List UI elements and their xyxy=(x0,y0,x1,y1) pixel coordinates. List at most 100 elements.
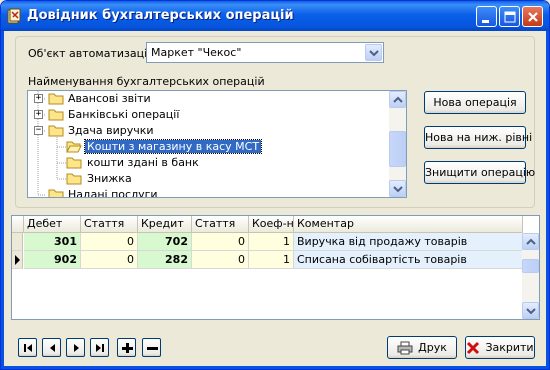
chevron-up-icon xyxy=(393,96,403,103)
object-label: Об'єкт автоматизації xyxy=(28,47,151,60)
tree-item-label: Здача виручки xyxy=(68,124,154,137)
open-folder-icon xyxy=(66,141,82,153)
tree-item-label: Банківські операції xyxy=(68,108,180,121)
cell-debit[interactable]: 902 xyxy=(24,251,81,269)
tree-item[interactable]: Надані послуги xyxy=(28,187,388,198)
frame-right xyxy=(546,31,549,369)
scroll-thumb[interactable] xyxy=(389,131,406,167)
folder-icon xyxy=(48,125,64,137)
cell-article-2[interactable]: 0 xyxy=(192,251,249,269)
row-indicator[interactable] xyxy=(12,233,23,251)
cell-comment[interactable]: Виручка від продажу товарів xyxy=(294,233,523,251)
maximize-icon xyxy=(504,11,516,23)
chevron-down-icon xyxy=(393,186,403,193)
cell-debit[interactable]: 301 xyxy=(24,233,81,251)
tree-item-selected[interactable]: Кошти з магазину в касу МСТ xyxy=(28,139,388,155)
delete-operation-button[interactable]: Знищити операцію xyxy=(424,161,535,184)
grid-scrollbar[interactable] xyxy=(522,233,539,319)
red-x-icon xyxy=(467,341,480,355)
tree-item[interactable]: + Банківські операції xyxy=(28,107,388,123)
tree-item-label: Кошти з магазину в касу МСТ xyxy=(83,139,263,154)
close-button[interactable]: Закрити xyxy=(465,336,535,359)
new-lower-level-button[interactable]: Нова на ниж. рівні xyxy=(424,126,532,149)
scroll-down-button[interactable] xyxy=(522,302,539,319)
expand-icon[interactable]: + xyxy=(34,110,43,119)
minimize-button[interactable] xyxy=(476,6,497,27)
tree-item-label: кошти здані в банк xyxy=(87,156,199,169)
minimize-icon xyxy=(482,20,489,23)
dropdown-button[interactable] xyxy=(365,44,382,61)
row-indicator-current[interactable] xyxy=(12,251,23,269)
grid-indicator-header xyxy=(12,216,24,233)
scroll-up-button[interactable] xyxy=(522,233,539,250)
close-window-button[interactable] xyxy=(522,6,543,27)
tree-item-label: Авансові звіти xyxy=(68,92,151,105)
prior-record-icon xyxy=(50,344,55,352)
cell-credit[interactable]: 282 xyxy=(138,251,192,269)
column-header-credit[interactable]: Кредит xyxy=(138,216,192,233)
object-select-value: Маркет "Чекос" xyxy=(151,46,242,59)
folder-icon xyxy=(48,93,64,105)
first-record-button[interactable] xyxy=(18,338,37,357)
insert-record-icon xyxy=(122,343,133,353)
tree-item-label: Надані послуги xyxy=(68,188,158,198)
last-record-button[interactable] xyxy=(90,338,109,357)
tree-item[interactable]: Знижка xyxy=(28,171,388,187)
next-record-button[interactable] xyxy=(66,338,85,357)
last-record-icon xyxy=(96,344,104,352)
cell-coefficient[interactable]: 1 xyxy=(249,233,294,251)
delete-record-button[interactable] xyxy=(142,338,161,357)
collapse-icon[interactable]: − xyxy=(34,126,43,135)
column-header-debit[interactable]: Дебет xyxy=(24,216,81,233)
tree-item-label: Знижка xyxy=(87,172,132,185)
cell-coefficient[interactable]: 1 xyxy=(249,251,294,269)
cell-article[interactable]: 0 xyxy=(81,251,138,269)
tree-item[interactable]: кошти здані в банк xyxy=(28,155,388,171)
folder-icon xyxy=(66,157,82,169)
tree-item[interactable]: − Здача виручки xyxy=(28,123,388,139)
print-button[interactable]: Друк xyxy=(387,336,457,359)
column-header-article-2[interactable]: Стаття xyxy=(192,216,249,233)
new-operation-button[interactable]: Нова операція xyxy=(424,91,526,114)
app-window: Довідник бухгалтерських операцій Об'єкт … xyxy=(0,0,550,370)
scroll-up-button[interactable] xyxy=(389,91,406,108)
first-record-icon xyxy=(24,344,32,352)
print-button-label: Друк xyxy=(418,341,447,354)
insert-record-button[interactable] xyxy=(117,338,136,357)
operations-tree[interactable]: + Авансові звіти + Банківські операції −… xyxy=(27,90,407,198)
entries-grid[interactable]: Дебет Стаття Кредит Стаття Коеф-нт Комен… xyxy=(11,215,540,320)
object-select[interactable]: Маркет "Чекос" xyxy=(146,42,384,63)
column-header-coefficient[interactable]: Коеф-нт xyxy=(249,216,294,233)
column-header-article[interactable]: Стаття xyxy=(81,216,138,233)
folder-icon xyxy=(48,189,64,197)
close-button-label: Закрити xyxy=(485,341,534,354)
tree-item[interactable]: + Авансові звіти xyxy=(28,91,388,107)
window-title: Довідник бухгалтерських операцій xyxy=(27,8,294,23)
operations-label: Найменування бухгалтерських операцій xyxy=(28,75,265,88)
maximize-button[interactable] xyxy=(499,6,520,27)
app-book-icon xyxy=(7,8,21,24)
expand-icon[interactable]: + xyxy=(34,94,43,103)
chevron-down-icon xyxy=(369,50,379,57)
chevron-down-icon xyxy=(526,308,536,315)
folder-icon xyxy=(66,173,82,185)
cell-comment[interactable]: Списана собівартість товарів xyxy=(294,251,523,269)
title-bar[interactable]: Довідник бухгалтерських операцій xyxy=(1,1,549,31)
prior-record-button[interactable] xyxy=(42,338,61,357)
cell-credit[interactable]: 702 xyxy=(138,233,192,251)
frame-left xyxy=(1,31,4,369)
next-record-icon xyxy=(74,344,79,352)
current-row-arrow-icon xyxy=(15,255,20,265)
close-icon xyxy=(528,12,538,22)
scroll-down-button[interactable] xyxy=(389,180,406,197)
chevron-up-icon xyxy=(526,238,536,245)
cell-article[interactable]: 0 xyxy=(81,233,138,251)
column-header-comment[interactable]: Коментар xyxy=(294,216,523,233)
frame-bottom xyxy=(1,366,549,369)
delete-record-icon xyxy=(147,347,158,350)
folder-icon xyxy=(48,109,64,121)
tree-scrollbar[interactable] xyxy=(389,91,406,197)
cell-article-2[interactable]: 0 xyxy=(192,233,249,251)
scroll-thumb[interactable] xyxy=(522,259,539,273)
printer-icon xyxy=(397,341,413,355)
